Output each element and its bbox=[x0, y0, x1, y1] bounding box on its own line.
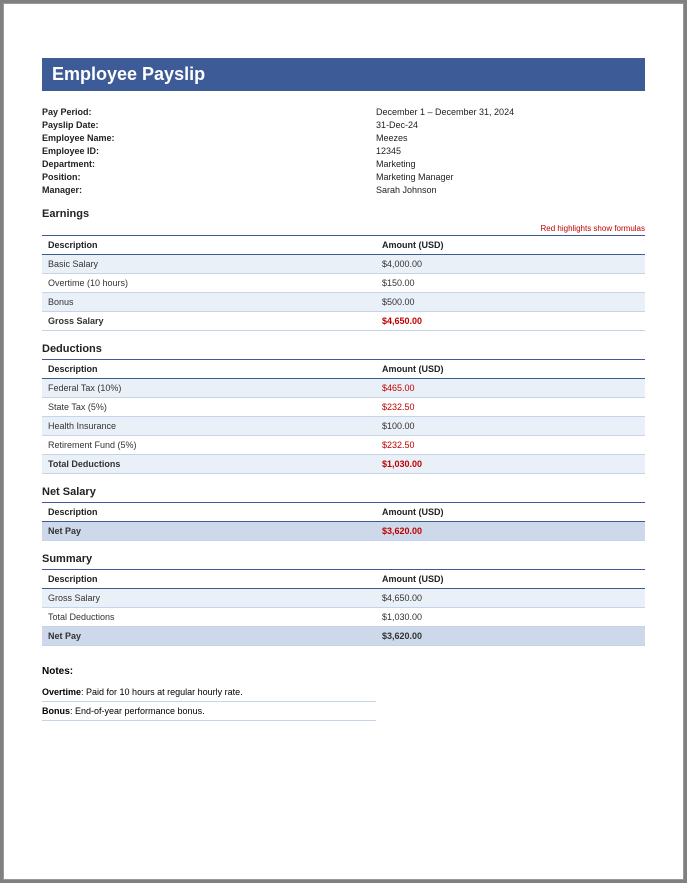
payslip-date-value: 31-Dec-24 bbox=[376, 120, 645, 130]
net-pay-row: Net Pay $3,620.00 bbox=[42, 522, 645, 541]
page-title: Employee Payslip bbox=[52, 64, 205, 84]
department-value: Marketing bbox=[376, 159, 645, 169]
earnings-col-desc: Description bbox=[42, 236, 376, 255]
deductions-table: Description Amount (USD) Federal Tax (10… bbox=[42, 359, 645, 474]
employee-name-label: Employee Name: bbox=[42, 133, 376, 143]
header-row-manager: Manager: Sarah Johnson bbox=[42, 183, 645, 196]
net-pay-amount: $3,620.00 bbox=[376, 522, 645, 541]
summary-netpay-label: Net Pay bbox=[42, 627, 376, 646]
summary-desc: Gross Salary bbox=[42, 589, 376, 608]
table-row: Federal Tax (10%) $465.00 bbox=[42, 379, 645, 398]
position-value: Marketing Manager bbox=[376, 172, 645, 182]
summary-desc: Total Deductions bbox=[42, 608, 376, 627]
note-overtime: Overtime: Paid for 10 hours at regular h… bbox=[42, 683, 376, 702]
deductions-desc: Health Insurance bbox=[42, 417, 376, 436]
earnings-amount: $150.00 bbox=[376, 274, 645, 293]
total-deductions-label: Total Deductions bbox=[42, 455, 376, 474]
earnings-desc: Overtime (10 hours) bbox=[42, 274, 376, 293]
payslip-date-label: Payslip Date: bbox=[42, 120, 376, 130]
header-row-employee-name: Employee Name: Meezes bbox=[42, 131, 645, 144]
table-row: Basic Salary $4,000.00 bbox=[42, 255, 645, 274]
net-salary-heading: Net Salary bbox=[42, 486, 645, 498]
notes-heading: Notes: bbox=[42, 666, 645, 677]
manager-value: Sarah Johnson bbox=[376, 185, 645, 195]
table-row: Retirement Fund (5%) $232.50 bbox=[42, 436, 645, 455]
summary-heading: Summary bbox=[42, 553, 645, 565]
employee-id-value: 12345 bbox=[376, 146, 645, 156]
note-text: : End-of-year performance bonus. bbox=[70, 706, 205, 716]
note-label: Overtime bbox=[42, 687, 81, 697]
table-row: Total Deductions $1,030.00 bbox=[42, 608, 645, 627]
table-row: State Tax (5%) $232.50 bbox=[42, 398, 645, 417]
manager-label: Manager: bbox=[42, 185, 376, 195]
earnings-total-row: Gross Salary $4,650.00 bbox=[42, 312, 645, 331]
summary-table: Description Amount (USD) Gross Salary $4… bbox=[42, 569, 645, 646]
deductions-total-row: Total Deductions $1,030.00 bbox=[42, 455, 645, 474]
pay-period-value: December 1 – December 31, 2024 bbox=[376, 107, 645, 117]
summary-col-desc: Description bbox=[42, 570, 376, 589]
summary-netpay-amount: $3,620.00 bbox=[376, 627, 645, 646]
deductions-amount: $100.00 bbox=[376, 417, 645, 436]
header-row-position: Position: Marketing Manager bbox=[42, 170, 645, 183]
earnings-amount: $500.00 bbox=[376, 293, 645, 312]
gross-salary-label: Gross Salary bbox=[42, 312, 376, 331]
pay-period-label: Pay Period: bbox=[42, 107, 376, 117]
page-title-bar: Employee Payslip bbox=[42, 58, 645, 91]
earnings-desc: Basic Salary bbox=[42, 255, 376, 274]
header-row-payslip-date: Payslip Date: 31-Dec-24 bbox=[42, 118, 645, 131]
net-col-desc: Description bbox=[42, 503, 376, 522]
table-row: Bonus $500.00 bbox=[42, 293, 645, 312]
note-bonus: Bonus: End-of-year performance bonus. bbox=[42, 702, 376, 721]
deductions-amount: $232.50 bbox=[376, 398, 645, 417]
employee-header: Pay Period: December 1 – December 31, 20… bbox=[42, 105, 645, 196]
summary-col-amount: Amount (USD) bbox=[376, 570, 645, 589]
deductions-desc: Retirement Fund (5%) bbox=[42, 436, 376, 455]
net-pay-label: Net Pay bbox=[42, 522, 376, 541]
deductions-amount: $465.00 bbox=[376, 379, 645, 398]
deductions-col-desc: Description bbox=[42, 360, 376, 379]
earnings-amount: $4,000.00 bbox=[376, 255, 645, 274]
summary-netpay-row: Net Pay $3,620.00 bbox=[42, 627, 645, 646]
payslip-page: Employee Payslip Pay Period: December 1 … bbox=[3, 3, 684, 880]
net-col-amount: Amount (USD) bbox=[376, 503, 645, 522]
earnings-desc: Bonus bbox=[42, 293, 376, 312]
position-label: Position: bbox=[42, 172, 376, 182]
deductions-heading: Deductions bbox=[42, 343, 645, 355]
deductions-amount: $232.50 bbox=[376, 436, 645, 455]
deductions-col-amount: Amount (USD) bbox=[376, 360, 645, 379]
department-label: Department: bbox=[42, 159, 376, 169]
header-row-pay-period: Pay Period: December 1 – December 31, 20… bbox=[42, 105, 645, 118]
table-row: Overtime (10 hours) $150.00 bbox=[42, 274, 645, 293]
table-row: Gross Salary $4,650.00 bbox=[42, 589, 645, 608]
total-deductions-amount: $1,030.00 bbox=[376, 455, 645, 474]
summary-amount: $1,030.00 bbox=[376, 608, 645, 627]
employee-id-label: Employee ID: bbox=[42, 146, 376, 156]
header-row-employee-id: Employee ID: 12345 bbox=[42, 144, 645, 157]
deductions-desc: Federal Tax (10%) bbox=[42, 379, 376, 398]
summary-amount: $4,650.00 bbox=[376, 589, 645, 608]
table-row: Health Insurance $100.00 bbox=[42, 417, 645, 436]
net-salary-table: Description Amount (USD) Net Pay $3,620.… bbox=[42, 502, 645, 541]
formula-note: Red highlights show formulas bbox=[42, 224, 645, 233]
header-row-department: Department: Marketing bbox=[42, 157, 645, 170]
earnings-col-amount: Amount (USD) bbox=[376, 236, 645, 255]
employee-name-value: Meezes bbox=[376, 133, 645, 143]
earnings-heading: Earnings bbox=[42, 208, 645, 220]
earnings-table: Description Amount (USD) Basic Salary $4… bbox=[42, 235, 645, 331]
gross-salary-amount: $4,650.00 bbox=[376, 312, 645, 331]
deductions-desc: State Tax (5%) bbox=[42, 398, 376, 417]
note-label: Bonus bbox=[42, 706, 70, 716]
note-text: : Paid for 10 hours at regular hourly ra… bbox=[81, 687, 243, 697]
